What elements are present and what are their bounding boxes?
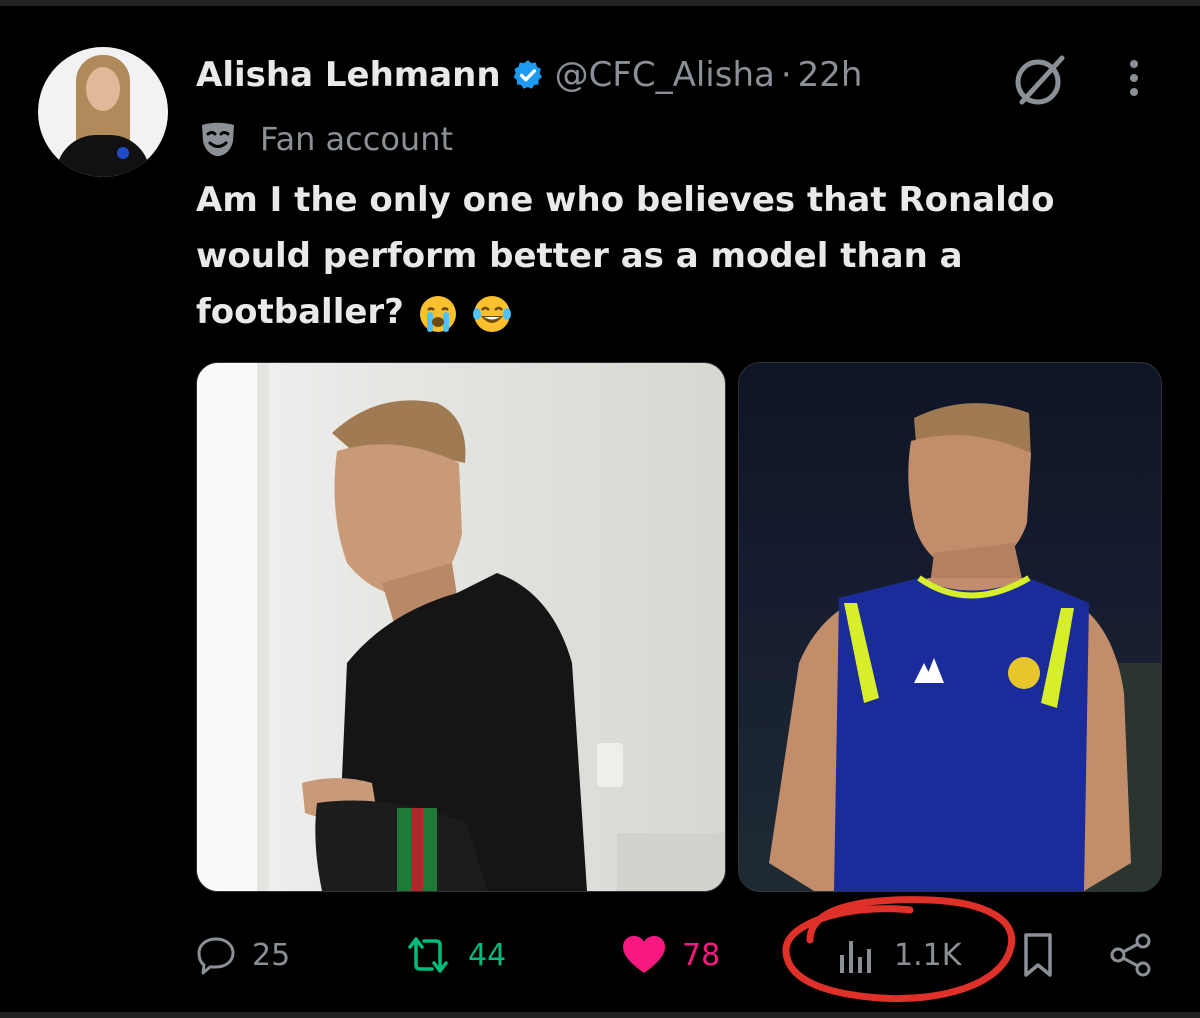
reply-button[interactable]: 25 [194,930,290,980]
avatar[interactable] [38,47,168,177]
display-name[interactable]: Alisha Lehmann [196,55,501,95]
media-image-1[interactable] [196,362,726,892]
verified-badge-icon [511,58,545,92]
tweet-body: Am I the only one who believes that Rona… [196,180,1055,332]
timestamp[interactable]: 22h [798,55,863,95]
reply-icon [197,937,235,975]
reply-count: 25 [252,937,291,973]
like-button[interactable]: 78 [620,930,720,980]
user-handle[interactable]: @CFC_Alisha [555,55,775,95]
media-image-2[interactable] [738,362,1162,892]
tweet-header: Alisha Lehmann @CFC_Alisha · 22h [196,52,862,98]
repost-count: 44 [468,937,507,973]
like-count: 78 [682,937,721,973]
share-button[interactable] [1108,930,1154,980]
separator-dot: · [780,55,792,95]
loudly-crying-face-icon [419,295,456,332]
share-icon [1110,933,1151,977]
repost-icon [408,937,448,973]
face-with-tears-of-joy-icon [472,295,511,332]
grok-icon[interactable] [1010,52,1068,108]
repost-button[interactable]: 44 [402,930,506,980]
more-options-icon[interactable] [1117,56,1151,100]
mask-icon [202,122,234,156]
window-bottom-edge [0,1012,1200,1018]
avatar-crest [117,147,129,159]
heart-icon [623,936,665,973]
tweet-text: Am I the only one who believes that Rona… [196,172,1156,340]
window-top-edge [0,0,1200,6]
avatar-shirt [56,135,150,177]
account-label: Fan account [198,116,453,162]
annotation-circle [782,896,1016,1003]
fan-account-label: Fan account [260,120,454,158]
avatar-face [86,67,120,111]
